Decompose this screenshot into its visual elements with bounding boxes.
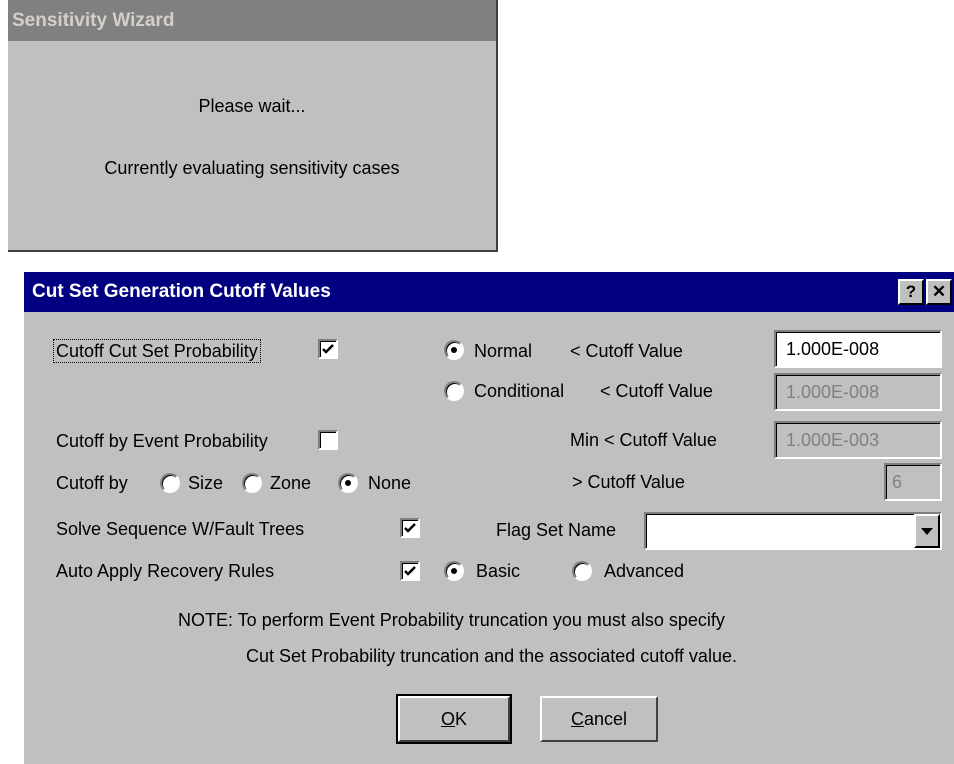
cutoff-by-none-radio[interactable]	[338, 473, 358, 493]
flag-set-label: Flag Set Name	[496, 520, 617, 540]
cancel-rest: ancel	[583, 709, 628, 729]
conditional-cutoff-label: < Cutoff Value	[600, 381, 713, 401]
cutoff-by-zone-radio[interactable]	[242, 473, 262, 493]
note-line-1: NOTE: To perform Event Probability trunc…	[178, 610, 725, 630]
cutoff-by-size-label: Size	[188, 473, 224, 493]
normal-cutoff-input[interactable]: 1.000E-008	[774, 330, 942, 368]
ok-rest: K	[455, 709, 468, 729]
dialog-title: Cut Set Generation Cutoff Values	[32, 281, 331, 302]
cutset-prob-label: Cutoff Cut Set Probability	[53, 339, 261, 363]
min-cutoff-label: Min < Cutoff Value	[570, 430, 717, 450]
cutoff-by-zone-label: Zone	[270, 473, 312, 493]
auto-apply-label: Auto Apply Recovery Rules	[56, 561, 275, 581]
cutoff-by-size-radio[interactable]	[160, 473, 180, 493]
cutset-cutoff-dialog: Cut Set Generation Cutoff Values ? ✕ Cut…	[22, 270, 954, 764]
cutoff-by-none-label: None	[368, 473, 412, 493]
conditional-label: Conditional	[474, 381, 565, 401]
solve-seq-checkbox[interactable]	[400, 518, 420, 538]
cutoff-by-label: Cutoff by	[56, 473, 128, 493]
dialog-title-bar: Cut Set Generation Cutoff Values	[24, 272, 954, 312]
note-line-2: Cut Set Probability truncation and the a…	[246, 646, 737, 666]
flag-set-dropdown[interactable]	[644, 512, 942, 550]
wizard-title-bar: Sensitivity Wizard	[8, 0, 496, 41]
event-prob-checkbox[interactable]	[318, 430, 338, 450]
normal-label: Normal	[474, 341, 533, 361]
basic-label: Basic	[476, 561, 521, 581]
advanced-radio[interactable]	[572, 561, 592, 581]
event-prob-label: Cutoff by Event Probability	[56, 431, 268, 451]
ok-accel: O	[440, 709, 455, 729]
ok-button[interactable]: OK	[396, 694, 512, 744]
basic-radio[interactable]	[444, 561, 464, 581]
gt-cutoff-input[interactable]: 6	[884, 463, 942, 501]
conditional-radio[interactable]	[444, 381, 464, 401]
dropdown-arrow-button[interactable]	[914, 514, 940, 548]
cancel-button[interactable]: Cancel	[540, 696, 658, 742]
normal-radio[interactable]	[444, 340, 464, 360]
sensitivity-wizard-window: Sensitivity Wizard Please wait... Curren…	[8, 0, 498, 252]
cancel-accel: C	[570, 709, 584, 729]
wizard-wait-text: Please wait...	[198, 96, 306, 116]
gt-cutoff-label: > Cutoff Value	[572, 472, 685, 492]
auto-apply-checkbox[interactable]	[400, 561, 420, 581]
advanced-label: Advanced	[604, 561, 685, 581]
cutset-prob-checkbox[interactable]	[318, 339, 338, 359]
help-icon[interactable]: ?	[898, 279, 924, 305]
conditional-cutoff-input[interactable]: 1.000E-008	[774, 373, 942, 411]
wizard-status-text: Currently evaluating sensitivity cases	[104, 158, 400, 178]
min-cutoff-input[interactable]: 1.000E-003	[774, 421, 942, 459]
solve-seq-label: Solve Sequence W/Fault Trees	[56, 519, 305, 539]
normal-cutoff-label: < Cutoff Value	[570, 341, 683, 361]
wizard-title: Sensitivity Wizard	[12, 10, 175, 31]
chevron-down-icon	[921, 528, 933, 535]
close-icon[interactable]: ✕	[926, 279, 952, 305]
